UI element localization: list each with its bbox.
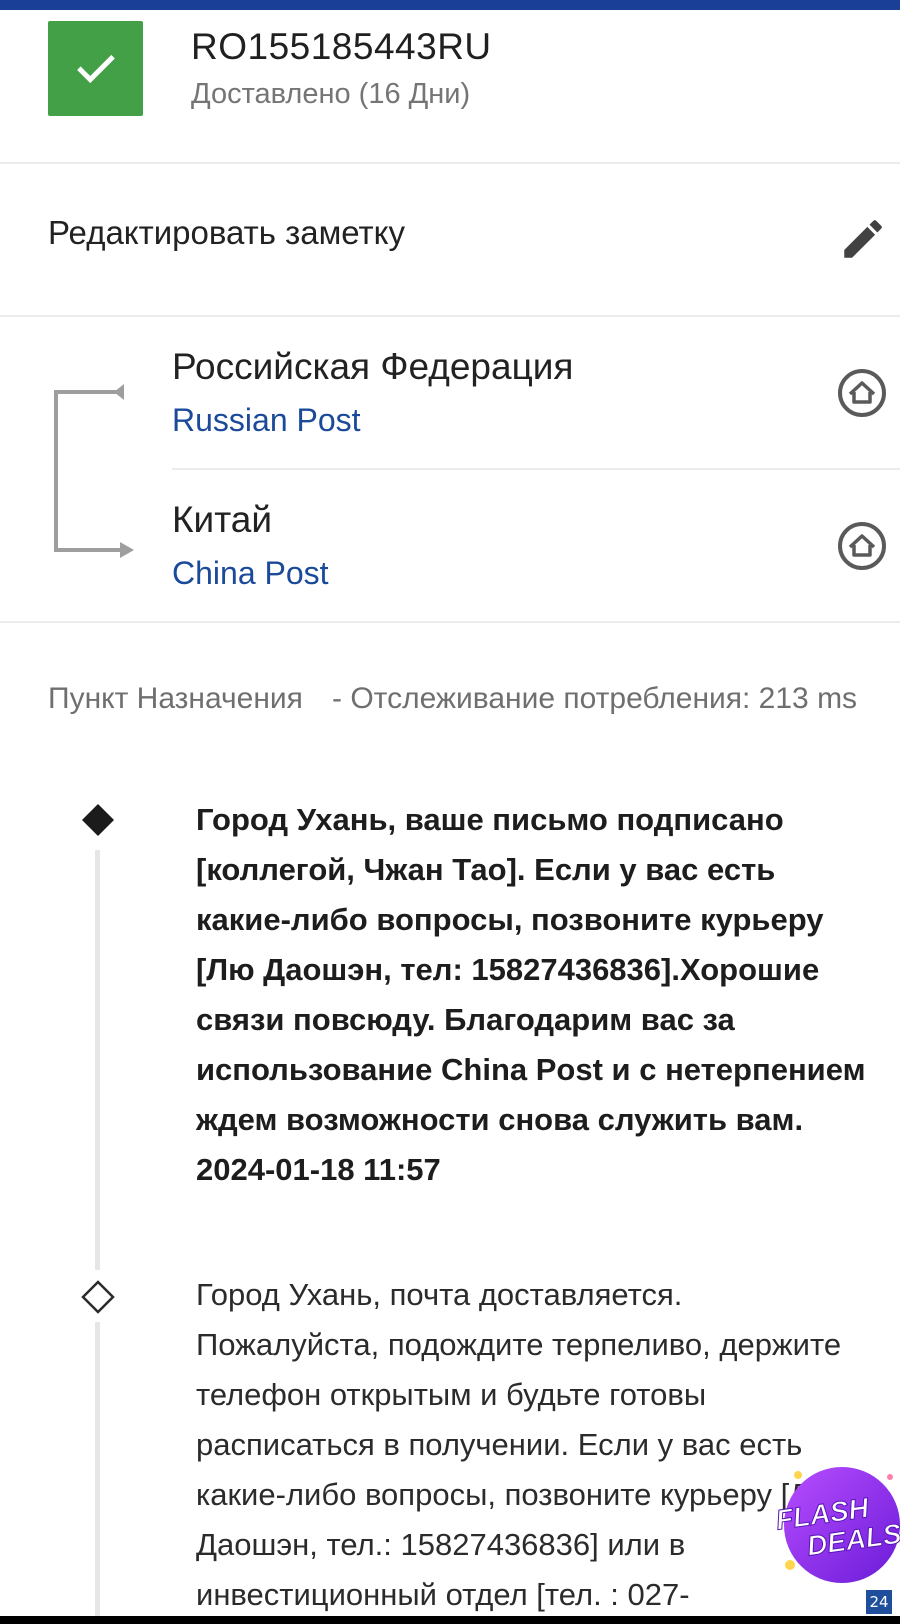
destination-home-icon[interactable] xyxy=(836,520,888,572)
checkmark-icon xyxy=(76,54,115,83)
tracking-consumption-info: - Отслеживание потребления: 213 ms xyxy=(332,682,858,715)
flash-deals-badge[interactable]: FLASH DEALS xyxy=(770,1455,900,1585)
timeline-filled-diamond-icon xyxy=(82,804,114,836)
edit-note-row[interactable]: Редактировать заметку xyxy=(0,164,900,316)
origin-home-icon[interactable] xyxy=(836,367,888,419)
bottom-strip xyxy=(0,1616,900,1624)
origin-country: Российская Федерация xyxy=(172,346,574,387)
pencil-icon[interactable] xyxy=(838,214,888,264)
destination-country: Китай xyxy=(172,499,272,540)
event-text: Город Ухань, почта доставляется. Пожалуй… xyxy=(196,1277,842,1612)
divider xyxy=(0,315,900,317)
route-divider xyxy=(172,468,900,470)
destination-label: Пункт Назначения xyxy=(48,682,303,715)
top-accent-bar xyxy=(0,0,900,10)
timeline-hollow-diamond-icon xyxy=(81,1280,115,1314)
tracking-number: RO155185443RU xyxy=(191,26,492,67)
timeline-event: Город Ухань, почта доставляется. Пожалуй… xyxy=(196,1270,866,1620)
divider xyxy=(0,621,900,623)
timeline-line xyxy=(95,1322,100,1616)
edit-note-label: Редактировать заметку xyxy=(48,214,405,251)
timeline-event-latest: Город Ухань, ваше письмо подписано [колл… xyxy=(196,795,866,1195)
route-bracket-icon xyxy=(54,384,134,558)
origin-carrier-link[interactable]: Russian Post xyxy=(172,402,361,439)
event-time: 2024-01-18 11:57 xyxy=(196,1152,441,1187)
event-text: Город Ухань, ваше письмо подписано [колл… xyxy=(196,802,866,1137)
timeline-line xyxy=(95,850,100,1270)
delivery-status: Доставлено (16 Дни) xyxy=(191,78,471,110)
destination-carrier-link[interactable]: China Post xyxy=(172,555,329,592)
delivered-status-badge xyxy=(48,21,143,116)
corner-badge: 24 xyxy=(866,1590,892,1614)
